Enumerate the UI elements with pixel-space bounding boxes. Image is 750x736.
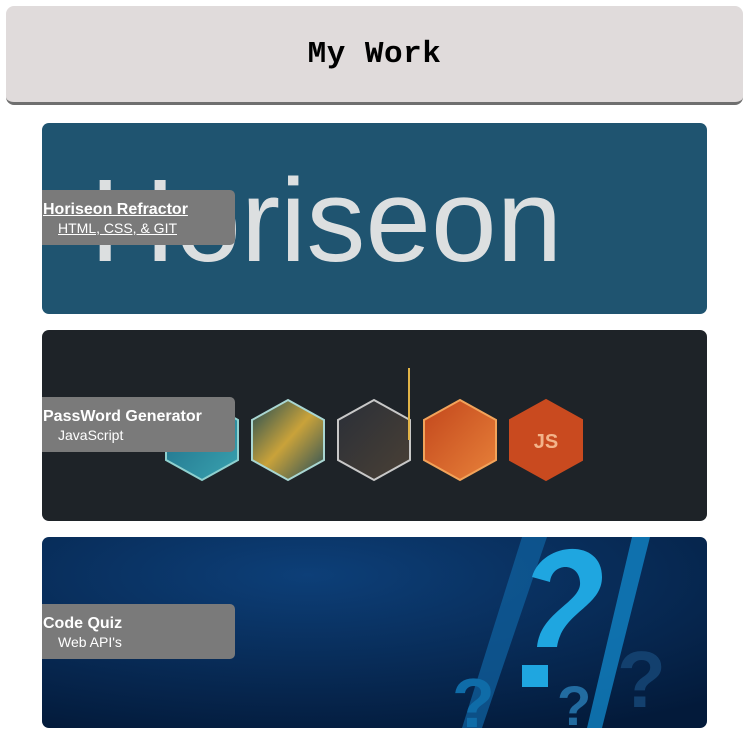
js-badge-text: JS [534,431,558,453]
svg-text:?: ? [557,674,591,728]
project-title[interactable]: Code Quiz [43,615,122,633]
project-label[interactable]: Code Quiz Web API's [42,604,235,659]
project-subtitle-link[interactable]: HTML, CSS, & GIT [58,220,177,236]
project-label[interactable]: Horiseon Refractor HTML, CSS, & GIT [42,190,235,245]
project-subtitle: JavaScript [58,427,124,443]
project-card-horiseon[interactable]: Horiseon Horiseon Refractor HTML, CSS, &… [42,123,707,314]
project-label[interactable]: PassWord Generator JavaScript [42,397,235,452]
page-title: My Work [307,36,442,72]
project-title-link[interactable]: Horiseon Refractor [43,201,188,219]
svg-text:?: ? [617,635,666,724]
project-subtitle: Web API's [58,634,122,650]
project-title[interactable]: PassWord Generator [43,408,202,426]
project-card-code-quiz[interactable]: ? ? ? Code Quiz Web API's [42,537,707,728]
page-header: My Work [6,6,743,105]
svg-text:?: ? [452,664,495,728]
project-card-password-generator[interactable]: JS PassWord Generator JavaScript [42,330,707,521]
